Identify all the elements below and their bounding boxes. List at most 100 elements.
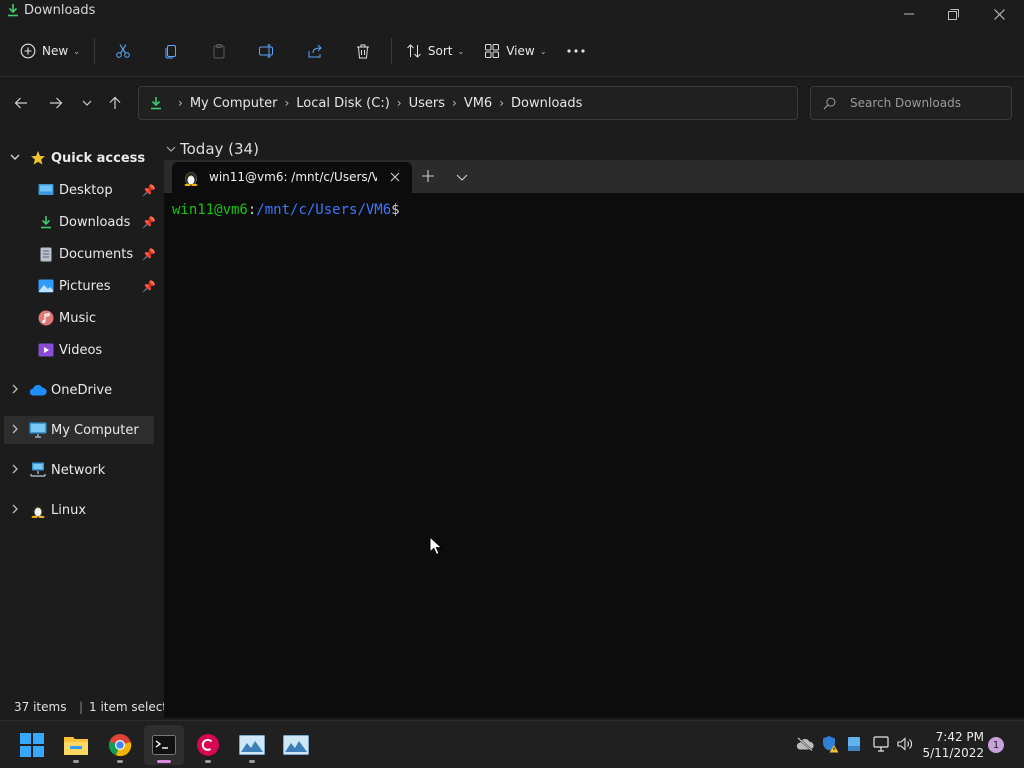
restore-icon: [947, 8, 959, 20]
sidebar-item-desktop[interactable]: Desktop 📌: [4, 176, 156, 204]
image-viewer-icon: [283, 735, 309, 755]
share-icon: [308, 44, 322, 58]
tab-close-button[interactable]: [386, 168, 404, 186]
taskbar-chrome[interactable]: [100, 725, 140, 765]
breadcrumb-my-computer[interactable]: My Computer: [190, 96, 278, 111]
minimize-button[interactable]: [886, 4, 932, 24]
chevron-right-icon[interactable]: ›: [397, 96, 402, 110]
terminal-tab[interactable]: win11@vm6: /mnt/c/Users/VM6: [172, 162, 412, 193]
back-button[interactable]: [10, 92, 32, 114]
more-options-button[interactable]: [556, 35, 596, 67]
breadcrumb-downloads[interactable]: Downloads: [511, 96, 582, 111]
chrome-icon: [108, 734, 132, 757]
taskbar-file-explorer[interactable]: [56, 725, 96, 765]
recent-locations-button[interactable]: [76, 92, 98, 114]
breadcrumb-vm6[interactable]: VM6: [464, 96, 492, 111]
taskbar-debian[interactable]: [188, 725, 228, 765]
toolbar-divider: [93, 38, 95, 64]
taskbar-image-viewer-2[interactable]: [276, 725, 316, 765]
sidebar-item-videos[interactable]: Videos: [4, 336, 154, 364]
chevron-right-icon[interactable]: [10, 384, 22, 397]
breadcrumb-local-disk[interactable]: Local Disk (C:): [296, 96, 389, 111]
tab-dropdown-button[interactable]: [452, 167, 472, 187]
music-icon: [37, 309, 55, 327]
chevron-right-icon: ›: [178, 96, 183, 110]
cloud-icon: [29, 381, 47, 399]
sidebar-item-my-computer[interactable]: My Computer: [4, 416, 154, 444]
sidebar-item-label: Music: [59, 310, 96, 326]
terminal-tab-title: win11@vm6: /mnt/c/Users/VM6: [209, 170, 377, 184]
search-box[interactable]: [810, 86, 1012, 120]
sidebar-item-linux[interactable]: Linux: [4, 496, 154, 524]
forward-button[interactable]: [45, 92, 67, 114]
terminal-prompt[interactable]: win11@vm6:/mnt/c/Users/VM6$: [172, 202, 400, 218]
sidebar-item-quick-access[interactable]: Quick access: [4, 144, 154, 172]
rename-button[interactable]: [243, 35, 291, 67]
prompt-user: win11@vm6: [172, 202, 248, 218]
network-icon: [29, 461, 47, 479]
terminal-icon: [152, 735, 176, 755]
chevron-right-icon[interactable]: ›: [452, 96, 457, 110]
sidebar-item-pictures[interactable]: Pictures 📌: [4, 272, 156, 300]
chevron-down-icon[interactable]: [10, 152, 22, 165]
sidebar-item-downloads[interactable]: Downloads 📌: [4, 208, 156, 236]
chevron-right-icon[interactable]: ›: [284, 96, 289, 110]
terminal-tab-bar: win11@vm6: /mnt/c/Users/VM6: [164, 160, 1024, 193]
sort-button[interactable]: Sort ⌄: [396, 35, 474, 67]
chevron-right-icon[interactable]: [10, 464, 22, 477]
chevron-down-icon[interactable]: [166, 144, 176, 157]
up-button[interactable]: [104, 92, 126, 114]
sidebar-item-label: Linux: [51, 502, 87, 518]
computer-icon: [29, 421, 47, 439]
terminal-window[interactable]: win11@vm6: /mnt/c/Users/VM6 win11@vm6:/m…: [164, 160, 1024, 718]
address-bar[interactable]: › My Computer › Local Disk (C:) › Users …: [138, 86, 927, 120]
arrow-right-icon: [50, 97, 63, 109]
copy-button[interactable]: [147, 35, 195, 67]
sidebar-item-onedrive[interactable]: OneDrive: [4, 376, 154, 404]
documents-icon: [37, 245, 55, 263]
arrow-up-icon: [109, 96, 121, 109]
cloud-offline-icon[interactable]: [796, 735, 814, 753]
group-header-today[interactable]: Today (34): [180, 140, 259, 158]
more-icon: [567, 49, 585, 53]
close-button[interactable]: [976, 4, 1022, 24]
notification-badge[interactable]: 1: [988, 737, 1004, 753]
storage-icon[interactable]: [845, 735, 863, 753]
running-indicator: [73, 760, 79, 763]
videos-icon: [37, 341, 55, 359]
sidebar-item-label: Desktop: [59, 182, 113, 198]
sidebar-item-documents[interactable]: Documents 📌: [4, 240, 156, 268]
grid-view-icon: [485, 44, 500, 58]
new-button[interactable]: New ⌄: [12, 35, 90, 67]
network-status-icon[interactable]: [872, 735, 890, 753]
new-tab-button[interactable]: [418, 166, 438, 186]
image-viewer-icon: [239, 735, 265, 755]
volume-icon[interactable]: [896, 735, 914, 753]
start-button[interactable]: [12, 725, 52, 765]
sort-icon: [407, 44, 421, 58]
chevron-right-icon[interactable]: [10, 424, 22, 437]
security-warning-icon[interactable]: [821, 735, 839, 753]
view-button[interactable]: View ⌄: [474, 35, 556, 67]
search-input[interactable]: [850, 96, 1010, 110]
pin-icon: 📌: [142, 183, 156, 197]
minimize-icon: [904, 13, 914, 15]
chevron-right-icon[interactable]: ›: [499, 96, 504, 110]
sidebar-item-network[interactable]: Network: [4, 456, 154, 484]
share-button[interactable]: [291, 35, 339, 67]
breadcrumb-users[interactable]: Users: [409, 96, 445, 111]
pictures-icon: [37, 277, 55, 295]
navigation-pane: Quick access Desktop 📌 Downloads 📌 Docum…: [0, 140, 160, 696]
paste-button[interactable]: [195, 35, 243, 67]
chevron-right-icon[interactable]: [10, 504, 22, 517]
taskbar-terminal[interactable]: [144, 725, 184, 765]
taskbar-clock[interactable]: 7:42 PM 5/11/2022: [918, 729, 984, 761]
sidebar-item-label: My Computer: [51, 422, 139, 438]
delete-button[interactable]: [339, 35, 387, 67]
taskbar-image-viewer-1[interactable]: [232, 725, 272, 765]
windows-logo-icon: [20, 733, 44, 757]
sidebar-item-music[interactable]: Music: [4, 304, 154, 332]
toolbar-divider: [390, 38, 392, 64]
cut-button[interactable]: [99, 35, 147, 67]
restore-button[interactable]: [930, 4, 976, 24]
